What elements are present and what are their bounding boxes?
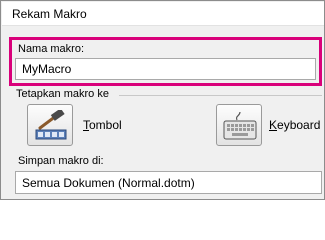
keyboard-option-label: Keyboard <box>269 118 321 132</box>
title-bar: Rekam Makro <box>2 2 324 26</box>
button-option-label: Tombol <box>83 118 122 132</box>
macro-name-label: Nama makro: <box>18 43 85 55</box>
keyboard-icon <box>223 111 257 140</box>
store-macro-label: Simpan makro di: <box>18 155 104 167</box>
record-macro-dialog: Rekam Makro Nama makro: Tetapkan makro k… <box>0 0 325 200</box>
store-macro-value: Semua Dokumen (Normal.dotm) <box>22 176 195 190</box>
macro-name-input[interactable] <box>15 58 316 80</box>
assign-to-button-button[interactable] <box>27 104 73 146</box>
group-divider <box>119 95 322 96</box>
dialog-title: Rekam Makro <box>12 7 87 21</box>
store-macro-select[interactable]: Semua Dokumen (Normal.dotm) <box>15 171 322 194</box>
toolbar-button-hammer-icon <box>35 110 67 140</box>
assign-to-keyboard-button[interactable] <box>216 104 262 146</box>
assign-macro-label: Tetapkan makro ke <box>16 88 109 100</box>
